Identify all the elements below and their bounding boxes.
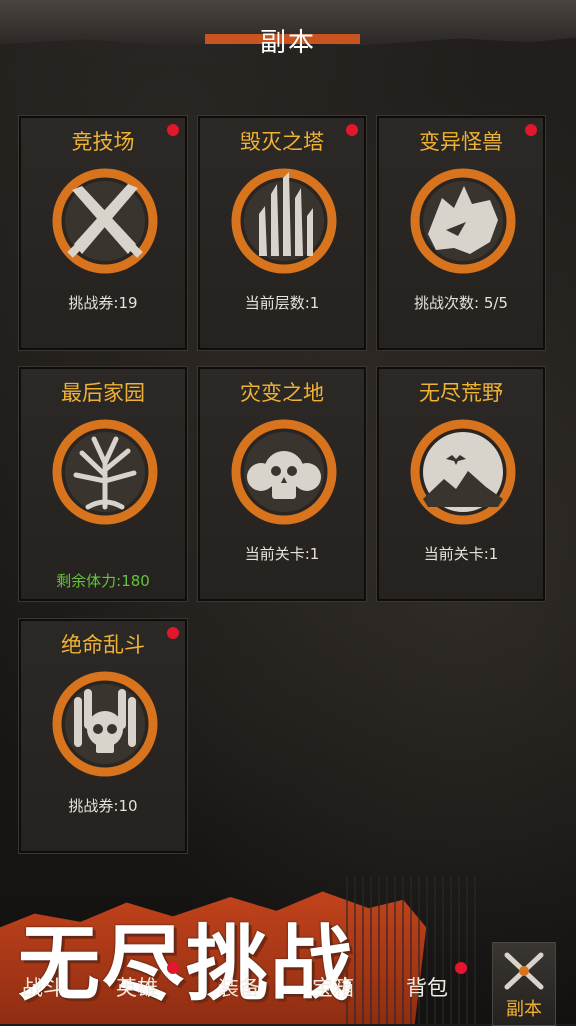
crossed-weapons-icon <box>504 952 544 990</box>
card-endless-wilds[interactable]: 无尽荒野 当前关卡:1 <box>376 366 546 602</box>
nav-equipment[interactable]: 装备 <box>218 972 260 1002</box>
banner-title: 无尽挑战 <box>18 917 355 1012</box>
notification-dot <box>346 124 358 136</box>
card-tower[interactable]: 毁灭之塔 当前层数:1 <box>197 115 367 351</box>
card-title: 最后家园 <box>61 381 145 405</box>
skull-hands-icon <box>52 671 158 777</box>
bottom-nav: 无尽挑战 战斗 英雄 装备 宝箱 背包 副本 <box>0 876 576 1026</box>
notification-dot <box>455 962 467 974</box>
skulls-icon <box>231 419 337 525</box>
moon-bat-mountain-icon <box>410 419 516 525</box>
stamina-text: 剩余体力:180 <box>56 572 150 590</box>
card-info: 挑战券:10 <box>68 797 138 815</box>
notification-dot <box>167 962 179 974</box>
nav-dungeon-label: 副本 <box>506 999 542 1020</box>
card-info: 当前关卡:1 <box>244 545 320 563</box>
nav-backpack[interactable]: 背包 <box>406 972 448 1002</box>
notification-dot <box>167 124 179 136</box>
card-info: 挑战券:19 <box>68 294 138 312</box>
crossed-knives-icon <box>52 168 158 274</box>
card-title: 无尽荒野 <box>419 381 503 405</box>
notification-dot <box>525 124 537 136</box>
page-title: 副本 <box>259 28 316 58</box>
card-title: 灾变之地 <box>240 381 324 405</box>
card-title: 绝命乱斗 <box>61 633 145 657</box>
card-info: 当前关卡:1 <box>423 545 499 563</box>
nav-chest[interactable]: 宝箱 <box>312 972 354 1002</box>
card-arena[interactable]: 竞技场 挑战券:19 <box>18 115 188 351</box>
card-mutant-beast[interactable]: 变异怪兽 挑战次数: 5/5 <box>376 115 546 351</box>
nav-dungeon[interactable]: 副本 <box>492 942 556 1026</box>
notification-dot <box>167 627 179 639</box>
header: 副本 <box>0 0 576 70</box>
card-deathmatch[interactable]: 绝命乱斗 挑战券:10 <box>18 618 188 854</box>
wolf-head-icon <box>410 168 516 274</box>
nav-hero[interactable]: 英雄 <box>116 972 158 1002</box>
card-last-home[interactable]: 最后家园 剩余体力:180 <box>18 366 188 602</box>
tree-icon <box>52 419 158 525</box>
nav-battle[interactable]: 战斗 <box>22 972 64 1002</box>
card-info: 当前层数:1 <box>244 294 320 312</box>
card-info: 挑战次数: 5/5 <box>414 294 508 312</box>
card-title: 毁灭之塔 <box>240 130 324 154</box>
card-title: 变异怪兽 <box>419 130 503 154</box>
card-disaster-land[interactable]: 灾变之地 当前关卡:1 <box>197 366 367 602</box>
card-title: 竞技场 <box>71 130 135 154</box>
ruined-tower-icon <box>231 168 337 274</box>
